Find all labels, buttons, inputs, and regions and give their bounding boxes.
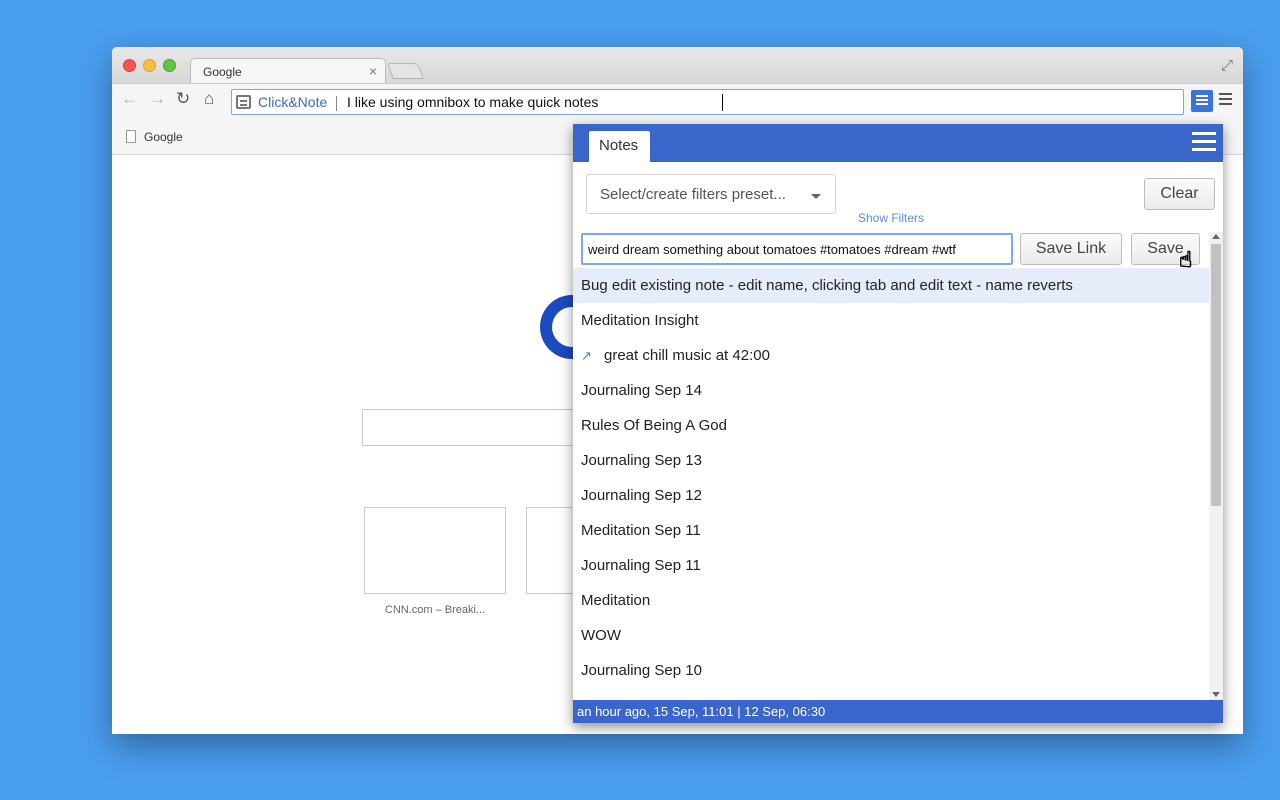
preset-placeholder: Select/create filters preset...: [600, 186, 786, 203]
scrollbar-thumb[interactable]: [1211, 244, 1221, 506]
show-filters-link[interactable]: Show Filters: [858, 211, 924, 225]
tab-close-icon[interactable]: ×: [369, 63, 377, 79]
notes-scrollbar[interactable]: [1209, 232, 1223, 700]
note-title: great chill music at 42:00: [604, 347, 770, 364]
bookmark-google[interactable]: Google: [144, 130, 183, 144]
note-item[interactable]: Bug edit existing note - edit name, clic…: [573, 268, 1209, 303]
note-item[interactable]: Rules Of Being A God: [573, 408, 1209, 443]
close-window-button[interactable]: [123, 59, 136, 72]
note-title: Journaling Sep 11: [581, 557, 701, 574]
note-item[interactable]: WOW: [573, 618, 1209, 653]
note-title: WOW: [581, 627, 621, 644]
note-item[interactable]: Journaling Sep 12: [573, 478, 1209, 513]
note-input[interactable]: [581, 233, 1013, 265]
home-icon[interactable]: ⌂: [204, 89, 214, 109]
most-visited-tile[interactable]: [364, 507, 506, 594]
hamburger-menu-icon[interactable]: [1192, 132, 1216, 135]
browser-tab[interactable]: Google ×: [190, 58, 386, 84]
scroll-up-icon[interactable]: [1212, 234, 1220, 239]
chevron-down-icon: [811, 194, 821, 199]
note-item[interactable]: Meditation Sep 11: [573, 513, 1209, 548]
note-item[interactable]: Journaling Sep 11: [573, 548, 1209, 583]
fullscreen-icon[interactable]: ⤢: [1221, 57, 1233, 74]
save-link-button[interactable]: Save Link: [1020, 233, 1122, 265]
zoom-window-button[interactable]: [163, 59, 176, 72]
forward-icon[interactable]: →: [149, 89, 166, 109]
note-title: Journaling Sep 14: [581, 382, 702, 399]
note-title: Rules Of Being A God: [581, 417, 727, 434]
note-title: Journaling Sep 12: [581, 487, 702, 504]
click-and-note-popup: Notes Select/create filters preset... Sh…: [573, 124, 1223, 723]
omnibox-text[interactable]: I like using omnibox to make quick notes: [347, 94, 598, 110]
browser-menu-icon[interactable]: [1219, 93, 1232, 95]
notes-list-icon: [1196, 95, 1208, 97]
note-title: Meditation Sep 11: [581, 522, 701, 539]
extension-keyword-icon: [236, 95, 251, 109]
new-tab-button[interactable]: [387, 63, 424, 79]
popup-header: Notes: [573, 124, 1223, 162]
note-item[interactable]: Journaling Sep 14: [573, 373, 1209, 408]
note-item[interactable]: ↗ great chill music at 42:00: [573, 338, 1209, 373]
tile-label: CNN.com – Breaki...: [384, 604, 486, 616]
text-caret: [722, 94, 723, 111]
scroll-down-icon[interactable]: [1212, 692, 1220, 697]
back-icon[interactable]: ←: [121, 89, 138, 109]
tab-notes-label: Notes: [599, 137, 639, 154]
browser-toolbar: ← → ↻ ⌂ Click&Note I like using omnibox …: [112, 83, 1243, 119]
reload-icon[interactable]: ↻: [176, 89, 190, 109]
minimize-window-button[interactable]: [143, 59, 156, 72]
note-title: Journaling Sep 13: [581, 452, 702, 469]
omnibox-divider: [336, 96, 337, 111]
note-item[interactable]: Journaling Sep 13: [573, 443, 1209, 478]
omnibox[interactable]: Click&Note I like using omnibox to make …: [231, 89, 1184, 115]
tab-title: Google: [203, 65, 242, 79]
note-title: Journaling Sep 10: [581, 662, 702, 679]
note-title: Meditation: [581, 592, 651, 609]
clear-button[interactable]: Clear: [1144, 178, 1215, 210]
page-icon: [126, 130, 136, 143]
popup-footer: an hour ago, 15 Sep, 11:01 | 12 Sep, 06:…: [573, 700, 1223, 723]
omnibox-keyword: Click&Note: [258, 94, 328, 110]
note-title: Meditation Insight: [581, 312, 699, 329]
note-title: Bug edit existing note - edit name, clic…: [581, 277, 1073, 294]
note-item[interactable]: Meditation: [573, 583, 1209, 618]
title-bar: Google × ⤢: [112, 47, 1243, 84]
click-and-note-extension-button[interactable]: [1191, 90, 1213, 112]
external-link-icon: ↗: [581, 348, 592, 363]
note-item[interactable]: Meditation Insight: [573, 303, 1209, 338]
filters-preset-select[interactable]: Select/create filters preset...: [586, 174, 836, 214]
tab-notes[interactable]: Notes: [589, 131, 650, 162]
notes-list: Bug edit existing note - edit name, clic…: [573, 268, 1209, 700]
note-item[interactable]: Journaling Sep 10: [573, 653, 1209, 688]
